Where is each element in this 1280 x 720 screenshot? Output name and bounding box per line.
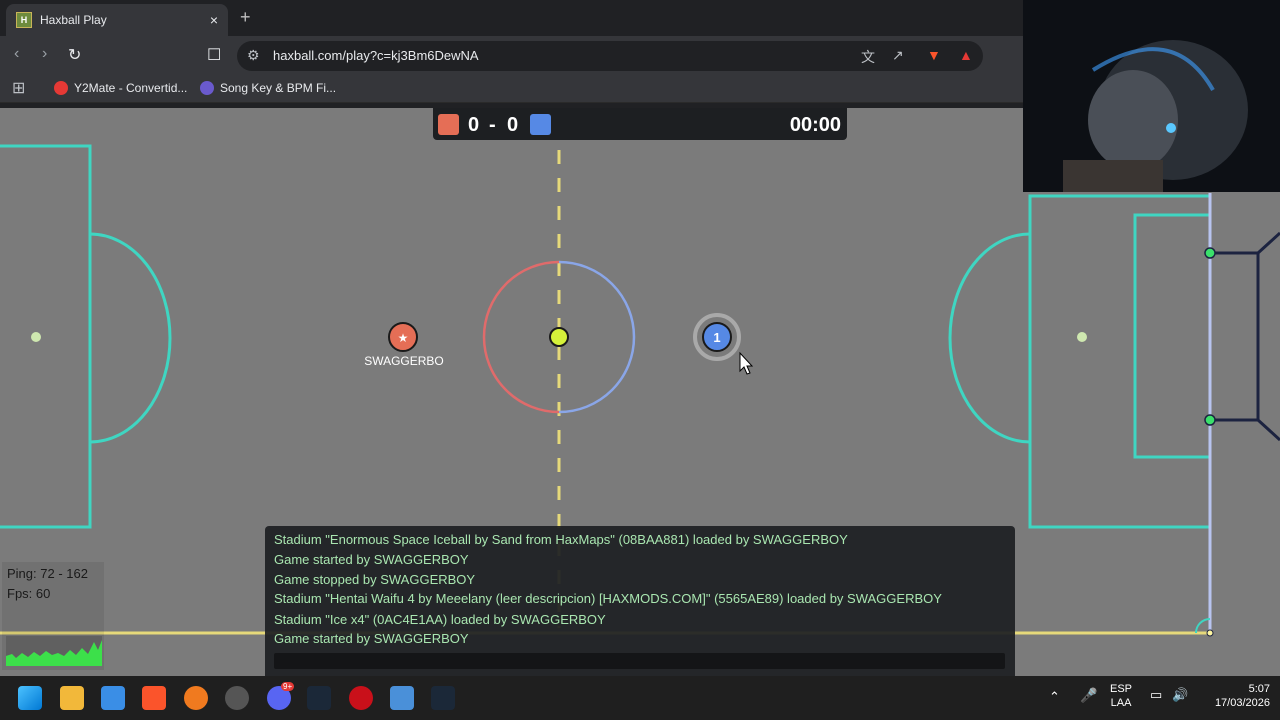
blue-team-color [530,114,551,135]
tray-overflow-icon[interactable]: ⌃ [1049,690,1060,704]
brave-rewards-icon[interactable]: ▲ [959,47,973,63]
ping-graph [6,636,102,666]
language-top: ESP [1110,683,1133,695]
red-player-avatar-icon: ★ [398,331,409,345]
right-penalty-spot [1077,332,1087,342]
scoreboard: 0 - 0 00:00 [433,108,847,140]
network-stats: Ping: 72 - 162 Fps: 60 [2,562,104,670]
chat-message: Game stopped by SWAGGERBOY [274,572,476,587]
red-score: 0 [468,114,480,136]
site-info-icon[interactable]: ⚙ [247,47,260,64]
store-icon[interactable] [101,686,125,710]
match-timer: 00:00 [789,114,841,136]
reload-icon[interactable]: ↻ [68,45,81,65]
share-icon[interactable]: ↗ [892,47,904,64]
bookmark-icon[interactable]: ☐ [207,45,221,65]
chat-message: Stadium "Ice x4" (0AC4E1AA) loaded by SW… [274,612,606,627]
red-player-name: SWAGGERBO [364,354,444,368]
brave-browser-icon[interactable] [142,686,166,710]
bookmark-songkey[interactable]: Song Key & BPM Fi... [200,81,336,95]
forward-icon[interactable]: › [42,45,47,63]
language-bottom: LAA [1110,697,1132,709]
songkey-icon [200,81,214,95]
blue-score: 0 [507,114,519,136]
tab-title: Haxball Play [40,13,107,27]
clock-date: 17/03/2026 [1214,697,1270,709]
new-tab-button[interactable]: + [240,7,251,28]
chat-message: Stadium "Enormous Space Iceball by Sand … [274,532,848,547]
goal-post-top [1204,247,1216,259]
obs-icon[interactable] [225,686,249,710]
score-separator: - [489,114,496,136]
volume-icon[interactable]: 🔊 [1172,688,1188,702]
network-icon[interactable]: ▭ [1150,688,1162,702]
apps-grid-icon[interactable]: ⊞ [12,78,25,98]
clock-time: 5:07 [1248,683,1270,695]
chat-message: Game started by SWAGGERBOY [274,631,469,646]
y2mate-icon [54,81,68,95]
fps-text: Fps: 60 [7,586,51,601]
red-team-color [438,114,459,135]
blue-player-number: 1 [713,330,720,345]
haxball-favicon-icon: H [16,12,32,28]
tab-haxball[interactable]: H Haxball Play × [6,4,228,36]
game-app-icon[interactable] [349,686,373,710]
language-indicator[interactable]: ESP LAA [1110,682,1132,710]
windows-start-icon[interactable] [18,686,42,710]
webcam-overlay [1023,0,1280,192]
tab-close-icon[interactable]: × [210,12,218,28]
photos-icon[interactable] [390,686,414,710]
fl-studio-icon[interactable] [184,686,208,710]
steam-secondary-icon[interactable] [431,686,455,710]
chat-panel: Stadium "Enormous Space Iceball by Sand … [265,526,1015,676]
ball [549,327,569,347]
chat-message: Game started by SWAGGERBOY [274,552,469,567]
brave-shields-icon[interactable]: ▼ [927,47,941,63]
bookmark-label: Song Key & BPM Fi... [220,81,337,95]
chat-message: Stadium "Hentai Waifu 4 by Meeelany (lee… [274,591,942,606]
taskbar: 9+ ⌃ 🎤 ESP LAA ▭ 🔊 5:07 17/03/2026 [0,676,1280,720]
discord-badge: 9+ [281,682,295,691]
left-penalty-spot [31,332,41,342]
clock[interactable]: 5:07 17/03/2026 [1200,682,1270,710]
bookmark-y2mate[interactable]: Y2Mate - Convertid... [54,81,187,95]
file-explorer-icon[interactable] [60,686,84,710]
url-text: haxball.com/play?c=kj3Bm6DewNA [273,48,479,63]
steam-icon[interactable] [307,686,331,710]
translate-icon[interactable]: 文 [861,47,875,67]
bookmark-label: Y2Mate - Convertid... [74,81,188,95]
address-bar[interactable]: ⚙ haxball.com/play?c=kj3Bm6DewNA 文 ↗ ▼ ▲ [237,41,983,71]
ping-text: Ping: 72 - 162 [7,566,88,581]
webcam-feed [1023,0,1280,192]
back-icon[interactable]: ‹ [14,45,19,63]
microphone-icon[interactable]: 🎤 [1080,688,1097,702]
chat-input[interactable] [274,653,1005,669]
goal-post-bottom [1204,414,1216,426]
